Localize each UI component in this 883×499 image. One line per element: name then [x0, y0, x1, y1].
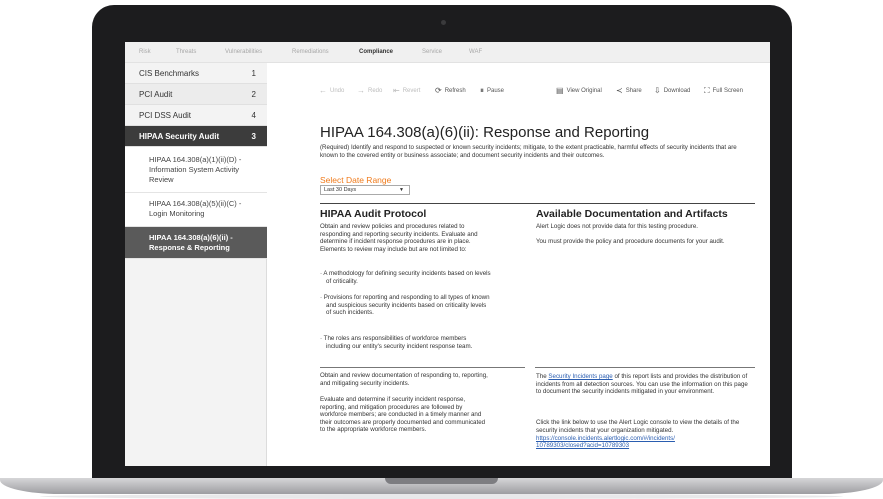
divider	[535, 367, 755, 368]
nav-remediations[interactable]: Remediations	[292, 49, 329, 55]
full-screen-label: Full Screen	[712, 88, 743, 94]
docs-console-instruction: Click the link below to use the Alert Lo…	[536, 419, 740, 434]
undo-button[interactable]: ← Undo	[319, 86, 344, 95]
sidebar-item-count: 3	[251, 132, 256, 141]
sidebar-item-label: CIS Benchmarks	[139, 69, 200, 78]
view-original-button[interactable]: ▤ View Original	[556, 86, 602, 95]
protocol-evaluation: Evaluate and determine if security incid…	[320, 396, 486, 434]
share-label: Share	[625, 88, 642, 94]
refresh-icon: ⟳	[435, 86, 442, 95]
chevron-down-icon: ▼	[399, 187, 404, 193]
protocol-bullet: · The roles ans responsibilities of work…	[320, 335, 473, 350]
view-original-icon: ▤	[556, 86, 564, 95]
undo-label: Undo	[330, 88, 345, 94]
top-nav: Risk Threats Vulnerabilities Remediation…	[125, 42, 770, 63]
revert-icon: ⇤	[393, 86, 400, 95]
redo-button[interactable]: → Redo	[357, 86, 382, 95]
pause-icon: ⏸	[480, 86, 484, 95]
sidebar-subitem-response-reporting[interactable]: HIPAA 164.308(a)(6)(ii) - Response & Rep…	[125, 227, 267, 259]
date-range-value: Last 30 Days	[324, 187, 357, 193]
revert-label: Revert	[402, 88, 421, 94]
revert-button[interactable]: ⇤ Revert	[393, 86, 420, 95]
nav-vulnerabilities[interactable]: Vulnerabilities	[225, 49, 262, 55]
protocol-bullet: · Provisions for reporting and respondin…	[320, 294, 490, 317]
security-incidents-link[interactable]: Security Incidents page	[548, 373, 612, 380]
console-url-link-continued[interactable]: 10789303/closed?acid=10789303	[536, 442, 751, 450]
protocol-bullet: · A methodology for defining security in…	[320, 270, 491, 285]
docs-heading: Available Documentation and Artifacts	[536, 208, 728, 220]
page-title: HIPAA 164.308(a)(6)(ii): Response and Re…	[320, 124, 650, 141]
docs-text: The	[536, 373, 549, 380]
sidebar-subitem-activity-review[interactable]: HIPAA 164.308(a)(1)(ii)(D) - Information…	[125, 147, 267, 193]
divider	[320, 367, 525, 368]
view-original-label: View Original	[566, 88, 602, 94]
protocol-heading: HIPAA Audit Protocol	[320, 208, 427, 220]
sidebar-item-count: 1	[251, 69, 256, 78]
nav-risk[interactable]: Risk	[139, 49, 151, 55]
pause-label: Pause	[487, 88, 505, 94]
sidebar-item-count: 2	[251, 90, 256, 99]
sidebar-item-hipaa-security-audit[interactable]: HIPAA Security Audit 3	[125, 126, 267, 147]
download-button[interactable]: ⇩ Download	[654, 86, 690, 95]
laptop-shadow	[40, 494, 843, 499]
redo-label: Redo	[368, 88, 383, 94]
camera-icon	[441, 20, 446, 25]
full-screen-button[interactable]: ⛶ Full Screen	[704, 86, 743, 96]
refresh-button[interactable]: ⟳ Refresh	[435, 86, 466, 95]
stage: Risk Threats Vulnerabilities Remediation…	[0, 0, 883, 499]
download-icon: ⇩	[654, 86, 661, 95]
sidebar-subitem-label: HIPAA 164.308(a)(5)(ii)(C) - Login Monit…	[149, 199, 242, 218]
docs-note: Alert Logic does not provide data for th…	[536, 223, 699, 230]
protocol-intro: Obtain and review policies and procedure…	[320, 223, 478, 253]
date-range-label: Select Date Range	[320, 175, 392, 185]
docs-instruction: You must provide the policy and procedur…	[536, 238, 725, 245]
sidebar-item-label: HIPAA Security Audit	[139, 132, 220, 141]
nav-threats[interactable]: Threats	[176, 49, 196, 55]
page-description: (Required) Identify and respond to suspe…	[320, 144, 737, 159]
share-icon: ≺	[616, 86, 623, 95]
download-label: Download	[663, 88, 691, 94]
sidebar-item-label: PCI Audit	[139, 90, 173, 99]
date-range-select[interactable]: Last 30 Days ▼	[320, 185, 410, 195]
divider	[320, 203, 755, 204]
nav-waf[interactable]: WAF	[469, 49, 482, 55]
nav-service[interactable]: Service	[422, 49, 442, 55]
refresh-label: Refresh	[444, 88, 466, 94]
sidebar-item-label: PCI DSS Audit	[139, 111, 192, 120]
screen: Risk Threats Vulnerabilities Remediation…	[125, 42, 770, 466]
full-screen-icon: ⛶	[704, 86, 710, 95]
nav-compliance[interactable]: Compliance	[359, 49, 393, 55]
sidebar-item-cis-benchmarks[interactable]: CIS Benchmarks 1	[125, 63, 267, 84]
sidebar-item-count: 4	[251, 111, 256, 120]
sidebar-item-pci-dss-audit[interactable]: PCI DSS Audit 4	[125, 105, 267, 126]
redo-icon: →	[357, 86, 365, 95]
sidebar-subitem-label: HIPAA 164.308(a)(6)(ii) - Response & Rep…	[149, 233, 233, 252]
pause-button[interactable]: ⏸ Pause	[480, 86, 504, 96]
sidebar-subitem-label: HIPAA 164.308(a)(1)(ii)(D) - Information…	[149, 155, 242, 184]
sidebar-subitem-login-monitoring[interactable]: HIPAA 164.308(a)(5)(ii)(C) - Login Monit…	[125, 193, 267, 227]
laptop-notch	[385, 478, 498, 484]
docs-incidents-paragraph: The Security Incidents page of this repo…	[536, 373, 748, 396]
sidebar: CIS Benchmarks 1 PCI Audit 2 PCI DSS Aud…	[125, 63, 267, 466]
share-button[interactable]: ≺ Share	[616, 86, 642, 95]
sidebar-item-pci-audit[interactable]: PCI Audit 2	[125, 84, 267, 105]
protocol-documentation: Obtain and review documentation of respo…	[320, 372, 488, 387]
undo-icon: ←	[319, 86, 327, 95]
